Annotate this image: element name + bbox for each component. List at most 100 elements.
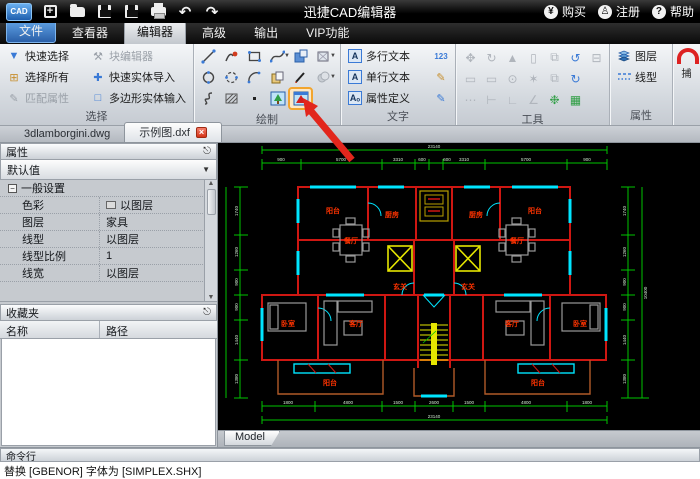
command-line-header[interactable]: 命令行 <box>0 448 700 462</box>
property-row-layer[interactable]: 图层 家具 <box>0 214 217 231</box>
open-file-button[interactable] <box>68 4 86 20</box>
table-tool-button[interactable]: ▦ <box>565 89 586 110</box>
property-row-linetype[interactable]: 线型 以图层 <box>0 231 217 248</box>
help-button[interactable]: ?帮助 <box>652 3 694 20</box>
polygon-entity-input-button[interactable]: □多边形实体输入 <box>88 89 189 107</box>
arc-tool-button[interactable] <box>244 68 265 87</box>
measure-tool-button[interactable]: ⋯ <box>460 89 481 110</box>
attr-def-button[interactable]: Aₒ属性定义 <box>345 89 431 107</box>
block-editor-icon: ⚒ <box>91 49 105 63</box>
register-button[interactable]: ♙注册 <box>598 3 640 20</box>
refresh-tool-button[interactable]: ↺ <box>565 47 586 68</box>
new-file-button[interactable]: + <box>41 4 59 20</box>
tab-shilitu-active[interactable]: 示例图.dxf × <box>124 122 222 142</box>
text-style-button[interactable]: ✎ <box>431 89 451 107</box>
undo-redo-tool-button[interactable]: ↻ <box>565 68 586 89</box>
close-tab-button[interactable]: × <box>196 127 207 138</box>
layer-button[interactable]: 图层 <box>614 47 660 65</box>
raster-image-button[interactable] <box>290 89 311 108</box>
explode-tool-button[interactable]: ✶ <box>523 68 544 89</box>
preset-dropdown[interactable]: 默认值 ▼ <box>0 160 217 180</box>
save-as-button[interactable] <box>122 4 140 20</box>
fillet-tool-button[interactable]: ∟ <box>502 89 523 110</box>
mtext-button[interactable]: A多行文本 <box>345 47 431 65</box>
block-editor-button[interactable]: ⚒块编辑器 <box>88 47 189 65</box>
wipeout-tool-button[interactable]: ▼ <box>313 68 334 87</box>
select-all-button[interactable]: ⊞选择所有 <box>4 68 88 86</box>
menu-advanced[interactable]: 高级 <box>190 22 238 44</box>
menu-vip[interactable]: VIP功能 <box>294 22 361 44</box>
align-tool-button[interactable]: ⊢ <box>481 89 502 110</box>
save-button[interactable] <box>95 4 113 20</box>
panel-icon: ⊟ <box>591 51 601 65</box>
quick-entity-import-button[interactable]: ✚快速实体导入 <box>88 68 189 86</box>
drawing-area[interactable]: 23140 900 5700 3310 600 600 3310 5700 90… <box>218 143 700 430</box>
group-label-properties: 属性 <box>614 106 668 125</box>
panel-tool-button[interactable]: ⊟ <box>586 47 607 68</box>
menu-editor[interactable]: 编辑器 <box>124 20 186 44</box>
text-number-button[interactable]: 123 <box>431 47 451 65</box>
property-row-lineweight[interactable]: 线宽 以图层 <box>0 265 217 282</box>
scroll-up-icon[interactable]: ▲ <box>208 180 215 187</box>
menu-output[interactable]: 输出 <box>242 22 290 44</box>
favorites-list[interactable] <box>1 339 216 446</box>
line-tool-button[interactable] <box>198 47 219 66</box>
zoom-tool-button[interactable]: ⊙ <box>502 68 523 89</box>
favorites-col-name[interactable]: 名称 <box>0 321 100 338</box>
command-line-text[interactable]: 替换 [GBENOR] 字体为 [SIMPLEX.SHX] <box>0 462 700 479</box>
tab-3dlamborgini[interactable]: 3dlamborgini.dwg <box>10 127 124 142</box>
scroll-down-icon[interactable]: ▼ <box>208 294 215 301</box>
scroll-thumb[interactable] <box>207 189 216 215</box>
collapse-icon[interactable]: − <box>8 184 17 193</box>
paste2-tool-button[interactable]: ▭ <box>481 68 502 89</box>
image-insert-button[interactable] <box>267 89 288 108</box>
group-label-text: 文字 <box>345 107 451 126</box>
block-insert-button[interactable] <box>290 47 311 66</box>
revision-cloud-button[interactable] <box>198 89 219 108</box>
group-tool-button[interactable]: ❉ <box>544 89 565 110</box>
svg-text:900: 900 <box>583 157 591 162</box>
paste-tool-button[interactable]: ▭ <box>460 68 481 89</box>
buy-button[interactable]: ¥购买 <box>544 3 586 20</box>
spline-tool-button[interactable]: ▼ <box>267 47 288 66</box>
property-row-ltscale[interactable]: 线型比例 1 <box>0 248 217 265</box>
text-edit-button[interactable]: ✎ <box>431 68 451 86</box>
linetype-button[interactable]: 线型 <box>614 68 660 86</box>
erase-tool-button[interactable]: ▯ <box>523 47 544 68</box>
quick-select-button[interactable]: ▼快速选择 <box>4 47 88 65</box>
pen-tool-button[interactable] <box>290 68 311 87</box>
color-swatch <box>106 201 116 209</box>
redo-button[interactable]: ↷ <box>203 4 221 20</box>
pin-icon[interactable]: ⎋ <box>203 307 211 318</box>
hatch-tool-button[interactable] <box>221 89 242 108</box>
snap-magnet-icon <box>677 48 699 64</box>
chamfer-tool-button[interactable]: ∠ <box>523 89 544 110</box>
copy-object-button[interactable] <box>267 68 288 87</box>
rotate-tool-button[interactable]: ↻ <box>481 47 502 68</box>
match-properties-button[interactable]: ✎匹配属性 <box>4 89 88 107</box>
properties-scrollbar[interactable]: ▲ ▼ <box>204 180 217 301</box>
cad-canvas[interactable]: 23140 900 5700 3310 600 600 3310 5700 90… <box>218 143 700 447</box>
model-tab[interactable]: Model <box>224 431 280 446</box>
property-group-row[interactable]: −一般设置 <box>0 180 217 197</box>
mirror-tool-button[interactable]: ▲ <box>502 47 523 68</box>
stamp-tool-button[interactable]: ▼ <box>313 47 334 66</box>
move-tool-button[interactable]: ✥ <box>460 47 481 68</box>
svg-text:1380: 1380 <box>234 373 239 384</box>
rectangle-tool-button[interactable] <box>244 47 265 66</box>
stext-button[interactable]: A单行文本 <box>345 68 431 86</box>
undo-button[interactable]: ↶ <box>176 4 194 20</box>
print-button[interactable] <box>149 4 167 20</box>
copy-tool-button[interactable]: ⧉ <box>544 47 565 68</box>
balcony-rails <box>294 364 574 373</box>
polyline-tool-button[interactable] <box>221 47 242 66</box>
pin-icon[interactable]: ⎋ <box>203 146 211 157</box>
property-row-color[interactable]: 色彩 以图层 <box>0 197 217 214</box>
circle-tool-button[interactable] <box>198 68 219 87</box>
favorites-col-path[interactable]: 路径 <box>100 321 134 338</box>
array-tool-button[interactable]: ⧉ <box>544 68 565 89</box>
menu-viewer[interactable]: 查看器 <box>60 22 120 44</box>
donut-tool-button[interactable] <box>221 68 242 87</box>
point-tool-button[interactable] <box>244 89 265 108</box>
dropdown-arrow-icon: ▼ <box>330 53 336 59</box>
